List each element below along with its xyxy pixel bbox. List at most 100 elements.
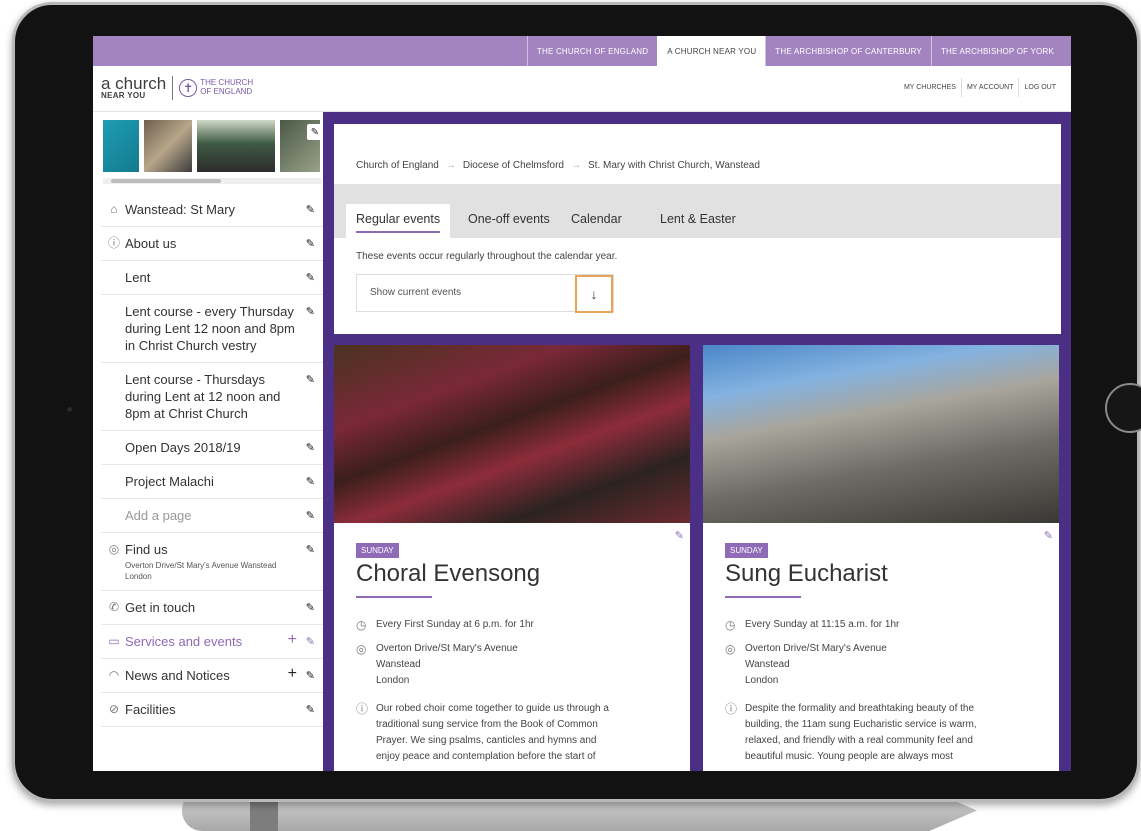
pencil-icon[interactable]: ✎	[306, 668, 315, 685]
arrow-right-icon: →	[571, 160, 581, 171]
pencil-icon[interactable]: ✎	[306, 372, 315, 389]
sidebar-item-lent[interactable]: Lent ✎	[101, 261, 323, 295]
gallery-photo[interactable]	[103, 120, 139, 172]
event-title[interactable]: Sung Eucharist	[725, 560, 888, 588]
event-filter-select[interactable]: Show current events ↓	[356, 274, 614, 313]
address-line: London	[745, 675, 779, 686]
sidebar-item-label: Services and events	[125, 634, 243, 649]
gallery-scrollbar[interactable]	[103, 178, 321, 184]
sidebar-item-lent-course-1[interactable]: Lent course - every Thursday during Lent…	[101, 295, 323, 363]
sidebar-item-label: About us	[125, 236, 177, 251]
compass-icon: ◎	[356, 642, 367, 656]
sidebar-item-label: Open Days 2018/19	[125, 440, 241, 455]
pencil-icon[interactable]: ✎	[306, 304, 315, 321]
tab-regular-events[interactable]: Regular events	[346, 204, 451, 238]
pencil-icon[interactable]: ✎	[1044, 529, 1053, 542]
sidebar-item-open-days[interactable]: Open Days 2018/19 ✎	[101, 431, 323, 465]
event-title[interactable]: Choral Evensong	[356, 560, 540, 588]
plus-icon[interactable]: +	[288, 631, 297, 648]
sidebar-item-lent-course-2[interactable]: Lent course - Thursdays during Lent at 1…	[101, 363, 323, 431]
description-line: Despite the formality and breathtaking b…	[745, 703, 975, 714]
sidebar-item-get-in-touch[interactable]: ✆ Get in touch ✎	[101, 591, 323, 625]
site-logo[interactable]: a church NEAR YOU ✝ THE CHURCH OF ENGLAN…	[101, 75, 253, 100]
pencil-icon[interactable]: ✎	[306, 542, 315, 559]
tab-one-off-events[interactable]: One-off events	[458, 204, 560, 238]
sidebar-item-project-malachi[interactable]: Project Malachi ✎	[101, 465, 323, 499]
topnav-church-of-england[interactable]: THE CHURCH OF ENGLAND	[526, 36, 657, 66]
pencil-icon[interactable]: ✎	[306, 440, 315, 457]
sidebar-item-facilities[interactable]: ⊘ Facilities ✎	[101, 693, 323, 727]
sidebar-item-label: Get in touch	[125, 600, 196, 615]
sidebar-item-label: Lent course - Thursdays during Lent at 1…	[125, 372, 281, 421]
pencil-icon[interactable]: ✎	[307, 124, 323, 140]
sidebar-item-news-notices[interactable]: ◠ News and Notices + ✎	[101, 659, 323, 693]
event-description: ⓘ Despite the formality and breathtaking…	[725, 701, 1045, 765]
sidebar-item-add-page[interactable]: Add a page ✎	[101, 499, 323, 533]
event-address: ◎ Overton Drive/St Mary's Avenue Wanstea…	[725, 641, 1045, 689]
title-underline	[356, 596, 432, 598]
network-nav: THE CHURCH OF ENGLAND A CHURCH NEAR YOU …	[526, 36, 1063, 66]
sidebar-item-label: Find us	[125, 542, 168, 557]
my-churches-link[interactable]: MY CHURCHES	[899, 78, 961, 97]
sidebar-item-label: Lent	[125, 270, 151, 285]
sidebar-item-services-events[interactable]: ▭ Services and events + ✎	[101, 625, 323, 659]
tab-lent-easter[interactable]: Lent & Easter	[650, 204, 746, 238]
sidebar-item-label: News and Notices	[125, 668, 230, 683]
my-account-link[interactable]: MY ACCOUNT	[960, 78, 1019, 97]
breadcrumb-church[interactable]: St. Mary with Christ Church, Wanstead	[588, 160, 760, 171]
pencil-icon[interactable]: ✎	[306, 474, 315, 491]
calendar-icon: ▭	[108, 634, 120, 648]
gallery-photo[interactable]	[197, 120, 275, 172]
sidebar-item-home[interactable]: ⌂ Wanstead: St Mary ✎	[101, 193, 323, 227]
pencil-icon[interactable]: ✎	[306, 508, 315, 525]
pencil-icon[interactable]: ✎	[306, 600, 315, 617]
logo-line-1: a church	[101, 74, 167, 93]
compass-icon: ◎	[725, 642, 736, 656]
account-links: MY CHURCHES MY ACCOUNT LOG OUT	[899, 78, 1061, 97]
info-icon: ⓘ	[107, 236, 120, 250]
scrollbar-thumb[interactable]	[111, 179, 221, 183]
arrow-right-icon: →	[445, 160, 456, 171]
home-button[interactable]	[1105, 383, 1141, 433]
tab-label: Calendar	[571, 212, 622, 226]
sidebar-item-about-us[interactable]: ⓘ About us ✎	[101, 227, 323, 261]
network-bar: THE CHURCH OF ENGLAND A CHURCH NEAR YOU …	[93, 36, 1071, 66]
acny-logo: a church NEAR YOU	[101, 75, 166, 100]
pencil-icon[interactable]: ✎	[306, 702, 315, 719]
event-card[interactable]: ✎ SUNDAY Sung Eucharist ◷ Every Sunday a…	[703, 345, 1059, 771]
clock-icon: ◷	[725, 618, 736, 632]
address-line: Wanstead	[745, 659, 790, 670]
event-photo	[703, 345, 1059, 523]
topnav-archbishop-canterbury[interactable]: THE ARCHBISHOP OF CANTERBURY	[765, 36, 931, 66]
logo-divider	[172, 75, 174, 100]
address-line: Overton Drive/St Mary's Avenue	[376, 643, 518, 654]
breadcrumb-church-of-england[interactable]: Church of England	[356, 160, 439, 171]
tab-label: Regular events	[356, 212, 441, 226]
pencil-icon[interactable]: ✎	[306, 236, 315, 253]
clock-icon: ◷	[356, 618, 367, 632]
arrow-down-icon[interactable]: ↓	[575, 275, 613, 313]
coe-logo-line-2: OF ENGLAND	[200, 86, 253, 96]
topnav-a-church-near-you[interactable]: A CHURCH NEAR YOU	[657, 36, 766, 66]
compass-icon: ◎	[108, 542, 120, 556]
description-line: relaxed, and friendly with a real commun…	[745, 735, 973, 746]
gallery-photo[interactable]	[144, 120, 192, 172]
event-time: ◷ Every First Sunday at 6 p.m. for 1hr	[356, 617, 676, 633]
event-card[interactable]: ✎ SUNDAY Choral Evensong ◷ Every First S…	[334, 345, 690, 771]
plus-icon[interactable]: +	[288, 665, 297, 682]
stage: THE CHURCH OF ENGLAND A CHURCH NEAR YOU …	[0, 0, 1141, 831]
pencil-icon[interactable]: ✎	[675, 529, 684, 542]
log-out-link[interactable]: LOG OUT	[1018, 78, 1061, 97]
breadcrumb-diocese[interactable]: Diocese of Chelmsford	[463, 160, 564, 171]
sidebar-item-find-us[interactable]: ◎ Find us Overton Drive/St Mary's Avenue…	[101, 533, 323, 591]
sidebar-item-label: Facilities	[125, 702, 176, 717]
event-description-text: Our robed choir come together to guide u…	[376, 701, 676, 765]
sidebar-nav: ⌂ Wanstead: St Mary ✎ ⓘ About us ✎ Lent …	[101, 193, 323, 727]
tab-calendar[interactable]: Calendar	[561, 204, 632, 238]
pencil-icon[interactable]: ✎	[306, 202, 315, 219]
pencil-icon[interactable]: ✎	[306, 634, 315, 651]
topnav-archbishop-york[interactable]: THE ARCHBISHOP OF YORK	[930, 36, 1063, 66]
photo-gallery	[103, 120, 321, 176]
pencil-icon[interactable]: ✎	[306, 270, 315, 287]
tab-active-indicator	[356, 231, 441, 233]
